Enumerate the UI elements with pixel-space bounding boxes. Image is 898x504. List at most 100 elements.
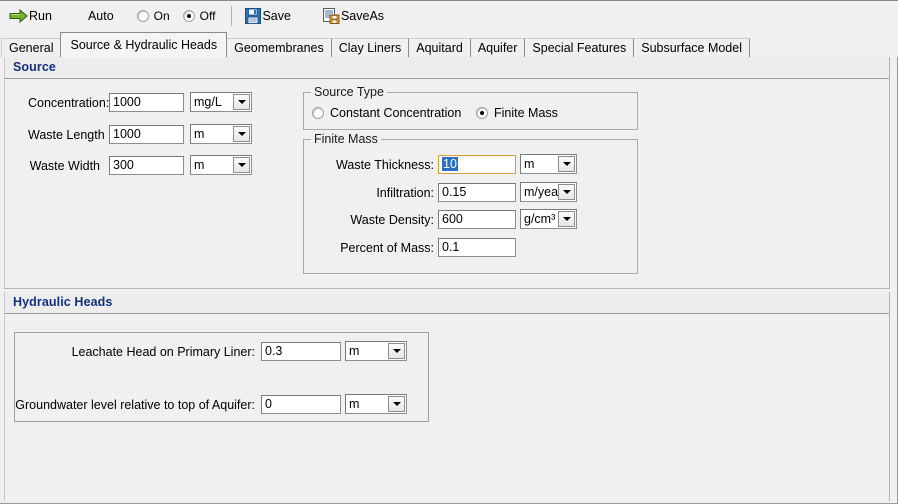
chevron-down-icon: [392, 402, 401, 406]
finite-mass-group-title: Finite Mass: [311, 132, 381, 146]
auto-text: Auto: [87, 8, 114, 23]
percent-of-mass-input[interactable]: 0.1: [438, 238, 516, 257]
infiltration-unit-dropdown-button[interactable]: [558, 184, 575, 200]
waste-width-unit-value: m: [194, 158, 205, 172]
concentration-label: Concentration:: [28, 96, 110, 110]
infiltration-unit-value: m/year: [524, 185, 558, 199]
chevron-down-icon: [392, 349, 401, 353]
run-button[interactable]: Run: [6, 4, 55, 28]
saveas-label: SaveAs: [340, 8, 385, 23]
waste-thickness-label: Waste Thickness:: [336, 158, 434, 172]
auto-on-radio[interactable]: On: [136, 8, 170, 23]
waste-thickness-input[interactable]: 10: [438, 155, 516, 174]
finite-mass-group: Finite Mass Waste Thickness: 10 m Infilt…: [303, 132, 638, 274]
waste-density-unit-dropdown-button[interactable]: [558, 211, 575, 227]
hydraulic-panel-left-edge: [4, 292, 5, 501]
tab-clay-liners[interactable]: Clay Liners: [330, 38, 410, 57]
toolbar-separator: [231, 5, 233, 26]
save-as-icon: [322, 7, 340, 24]
save-label: Save: [262, 8, 291, 23]
source-type-group-title: Source Type: [311, 85, 387, 99]
toolbar: Run Auto On Off Save SaveAs: [0, 0, 898, 30]
source-section-title: Source: [13, 60, 56, 74]
waste-width-label: Waste Width: [29, 159, 100, 173]
groundwater-level-unit-value: m: [349, 397, 360, 411]
concentration-unit-dropdown-button[interactable]: [233, 94, 250, 110]
tab-source-hydraulic-heads[interactable]: Source & Hydraulic Heads: [60, 32, 228, 57]
chevron-down-icon: [562, 217, 571, 221]
chevron-down-icon: [237, 132, 246, 136]
waste-width-unit-select[interactable]: m: [190, 155, 252, 175]
tab-geomembranes[interactable]: Geomembranes: [226, 38, 332, 57]
chevron-down-icon: [237, 163, 246, 167]
waste-length-unit-dropdown-button[interactable]: [233, 126, 250, 142]
hydraulic-heads-section-title: Hydraulic Heads: [13, 295, 113, 309]
concentration-unit-select[interactable]: mg/L: [190, 92, 252, 112]
radio-off-indicator: [182, 9, 195, 22]
hydraulic-panel-right-edge: [889, 292, 890, 501]
waste-thickness-unit-dropdown-button[interactable]: [558, 156, 575, 172]
leachate-head-unit-value: m: [349, 344, 360, 358]
infiltration-input[interactable]: 0.15: [438, 183, 516, 202]
hydraulic-heads-section-header: Hydraulic Heads: [4, 292, 890, 314]
finite-mass-radio[interactable]: Finite Mass: [476, 106, 558, 120]
auto-off-label: Off: [199, 8, 216, 23]
saveas-button[interactable]: SaveAs: [320, 4, 387, 28]
radio-finite-mass-indicator: [476, 107, 488, 119]
leachate-head-label: Leachate Head on Primary Liner:: [71, 345, 255, 359]
waste-width-unit-dropdown-button[interactable]: [233, 157, 250, 173]
waste-length-unit-value: m: [194, 127, 205, 141]
concentration-unit-value: mg/L: [194, 95, 222, 109]
percent-of-mass-label: Percent of Mass:: [340, 241, 434, 255]
auto-off-radio[interactable]: Off: [182, 8, 216, 23]
infiltration-unit-select[interactable]: m/year: [520, 182, 577, 202]
groundwater-level-input[interactable]: 0: [261, 395, 341, 414]
source-section-header: Source: [4, 57, 890, 79]
leachate-head-unit-select[interactable]: m: [345, 341, 407, 361]
leachate-head-input[interactable]: 0.3: [261, 342, 341, 361]
waste-density-label: Waste Density:: [350, 213, 434, 227]
green-right-arrow-icon: [9, 8, 28, 23]
source-type-group: Source Type Constant Concentration Finit…: [303, 85, 638, 130]
waste-length-unit-select[interactable]: m: [190, 124, 252, 144]
source-panel-bottom-edge: [4, 288, 890, 289]
waste-density-unit-value: g/cm³: [524, 212, 556, 226]
waste-thickness-selected-value: 10: [442, 157, 458, 171]
waste-thickness-unit-select[interactable]: m: [520, 154, 577, 174]
source-panel-left-edge: [4, 57, 5, 289]
constant-concentration-radio[interactable]: Constant Concentration: [312, 106, 461, 120]
chevron-down-icon: [562, 162, 571, 166]
groundwater-level-unit-select[interactable]: m: [345, 394, 407, 414]
waste-density-unit-select[interactable]: g/cm³: [520, 209, 577, 229]
leachate-head-unit-dropdown-button[interactable]: [388, 343, 405, 359]
tab-subsurface-model[interactable]: Subsurface Model: [633, 38, 750, 57]
source-panel-right-edge: [889, 57, 890, 289]
tab-aquifer[interactable]: Aquifer: [469, 38, 526, 57]
constant-concentration-label: Constant Concentration: [330, 106, 462, 120]
hydraulic-heads-inner-panel: Leachate Head on Primary Liner: 0.3 m Gr…: [14, 332, 429, 422]
infiltration-label: Infiltration:: [376, 186, 434, 200]
floppy-disk-icon: [245, 7, 262, 24]
concentration-input[interactable]: 1000: [109, 93, 184, 112]
auto-label: Auto: [85, 4, 117, 28]
tab-content-panel: Source Concentration: 1000 mg/L Waste Le…: [4, 57, 894, 501]
groundwater-level-unit-dropdown-button[interactable]: [388, 396, 405, 412]
groundwater-level-label: Groundwater level relative to top of Aqu…: [15, 398, 255, 412]
application-window: Run Auto On Off Save SaveAs General Sour…: [0, 0, 898, 504]
tab-special-features[interactable]: Special Features: [524, 38, 635, 57]
radio-on-indicator: [136, 9, 149, 22]
waste-density-input[interactable]: 600: [438, 210, 516, 229]
waste-length-input[interactable]: 1000: [109, 125, 184, 144]
waste-width-input[interactable]: 300: [109, 156, 184, 175]
radio-constant-concentration-indicator: [312, 107, 324, 119]
tab-general[interactable]: General: [1, 38, 62, 57]
tab-strip: General Source & Hydraulic Heads Geomemb…: [0, 30, 898, 57]
run-label: Run: [29, 8, 52, 23]
chevron-down-icon: [562, 190, 571, 194]
waste-thickness-unit-value: m: [524, 157, 535, 171]
save-button[interactable]: Save: [242, 4, 294, 28]
auto-on-label: On: [153, 8, 170, 23]
tab-aquitard[interactable]: Aquitard: [408, 38, 471, 57]
chevron-down-icon: [237, 100, 246, 104]
finite-mass-radio-label: Finite Mass: [494, 106, 558, 120]
